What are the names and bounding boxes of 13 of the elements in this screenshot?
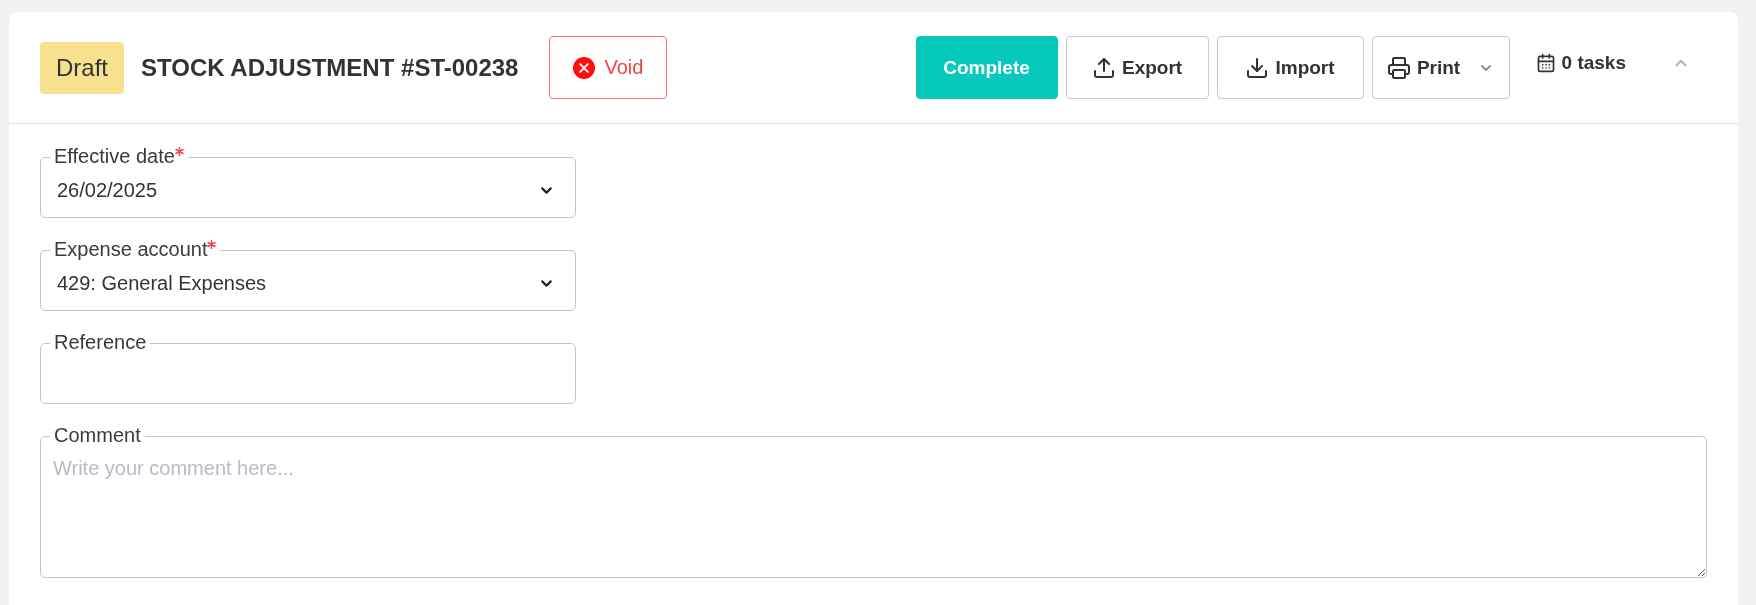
upload-icon (1091, 55, 1116, 80)
printer-icon (1386, 55, 1411, 80)
calendar-icon (1535, 52, 1556, 73)
download-icon (1245, 55, 1270, 80)
document-title: STOCK ADJUSTMENT #ST-00238 (141, 53, 519, 82)
print-button[interactable]: Print (1371, 36, 1510, 99)
import-button[interactable]: Import (1216, 36, 1364, 99)
void-button[interactable]: Void (549, 36, 668, 99)
field-label: Reference (54, 330, 147, 354)
tasks-count: 0 tasks (1561, 51, 1626, 74)
x-circle-icon (573, 56, 596, 79)
status-badge: Draft (40, 41, 124, 94)
export-button[interactable]: Export (1065, 36, 1209, 99)
